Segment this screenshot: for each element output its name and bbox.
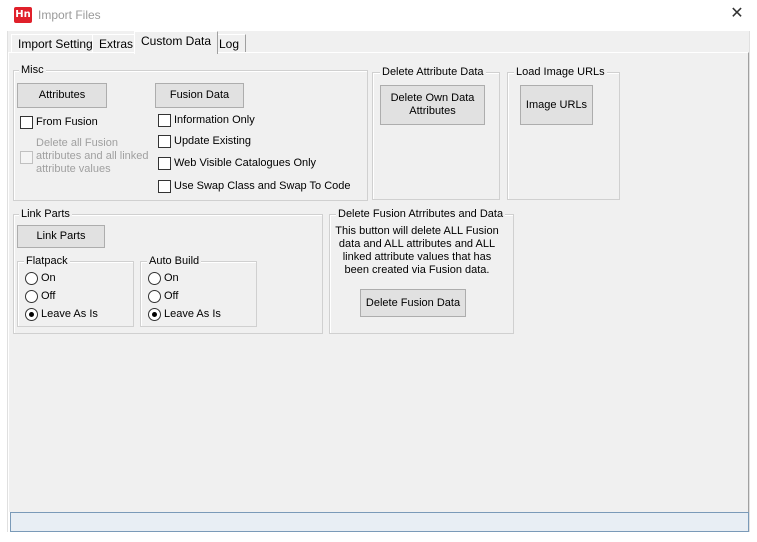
auto-build-on-label: On [164, 272, 179, 284]
tab-custom-data[interactable]: Custom Data [134, 31, 219, 54]
web-visible-checkbox[interactable] [158, 157, 171, 170]
link-parts-button[interactable]: Link Parts [17, 225, 105, 248]
swap-class-checkbox[interactable] [158, 180, 171, 193]
delete-attribute-legend: Delete Attribute Data [380, 66, 486, 79]
fusion-data-button[interactable]: Fusion Data [155, 83, 244, 108]
auto-build-leave-as-is-label: Leave As Is [164, 308, 221, 320]
flatpack-leave-as-is-radio[interactable] [25, 308, 38, 321]
app-logo-icon: Hn [14, 7, 32, 23]
delete-fusion-legend: Delete Fusion Atrributes and Data [336, 208, 506, 221]
flatpack-leave-as-is-label: Leave As Is [41, 308, 98, 320]
auto-build-legend: Auto Build [147, 255, 202, 268]
link-parts-group: Link Parts Link Parts Flatpack On Off Le… [13, 208, 323, 334]
swap-class-label: Use Swap Class and Swap To Code [174, 180, 351, 192]
from-fusion-checkbox[interactable] [20, 116, 33, 129]
left-frame [0, 31, 8, 542]
web-visible-label: Web Visible Catalogues Only [174, 157, 317, 169]
misc-group: Misc Attributes Fusion Data From Fusion … [13, 64, 368, 201]
information-only-label: Information Only [174, 114, 255, 126]
delete-fusion-group: Delete Fusion Atrributes and Data This b… [329, 208, 514, 334]
import-files-window: Hn Import Files ✕ Import Settings Extras… [0, 0, 757, 542]
load-image-urls-legend: Load Image URLs [514, 66, 607, 79]
flatpack-on-radio[interactable] [25, 272, 38, 285]
update-existing-label: Update Existing [174, 135, 252, 147]
title-bar: Hn Import Files ✕ [0, 0, 757, 31]
flatpack-legend: Flatpack [24, 255, 70, 268]
flatpack-off-label: Off [41, 290, 56, 302]
delete-own-data-attributes-button[interactable]: Delete Own Data Attributes [380, 85, 485, 125]
tab-extras[interactable]: Extras [92, 34, 141, 53]
link-parts-legend: Link Parts [19, 208, 72, 221]
delete-attribute-group: Delete Attribute Data Delete Own Data At… [372, 66, 500, 200]
auto-build-on-radio[interactable] [148, 272, 161, 285]
auto-build-off-label: Off [164, 290, 179, 302]
status-bar [10, 512, 749, 532]
custom-data-panel: Misc Attributes Fusion Data From Fusion … [8, 52, 749, 512]
delete-all-fusion-label: Delete all Fusion attributes and all lin… [36, 137, 149, 175]
delete-fusion-data-button[interactable]: Delete Fusion Data [360, 289, 466, 317]
auto-build-leave-as-is-radio[interactable] [148, 308, 161, 321]
auto-build-off-radio[interactable] [148, 290, 161, 303]
right-frame [749, 31, 757, 542]
flatpack-on-label: On [41, 272, 56, 284]
auto-build-group: Auto Build On Off Leave As Is [140, 255, 257, 327]
tab-strip: Import Settings Extras Custom Data Log [8, 31, 749, 54]
window-title: Import Files [38, 8, 101, 22]
from-fusion-label: From Fusion [36, 116, 98, 128]
delete-fusion-description: This button will delete ALL Fusion data … [335, 225, 499, 276]
close-icon[interactable]: ✕ [726, 3, 748, 25]
attributes-button[interactable]: Attributes [17, 83, 107, 108]
information-only-checkbox[interactable] [158, 114, 171, 127]
flatpack-off-radio[interactable] [25, 290, 38, 303]
delete-all-fusion-checkbox[interactable] [20, 151, 33, 164]
load-image-urls-group: Load Image URLs Image URLs [507, 66, 620, 200]
image-urls-button[interactable]: Image URLs [520, 85, 593, 125]
update-existing-checkbox[interactable] [158, 135, 171, 148]
flatpack-group: Flatpack On Off Leave As Is [17, 255, 134, 327]
misc-legend: Misc [19, 64, 46, 77]
bottom-frame [0, 532, 757, 542]
